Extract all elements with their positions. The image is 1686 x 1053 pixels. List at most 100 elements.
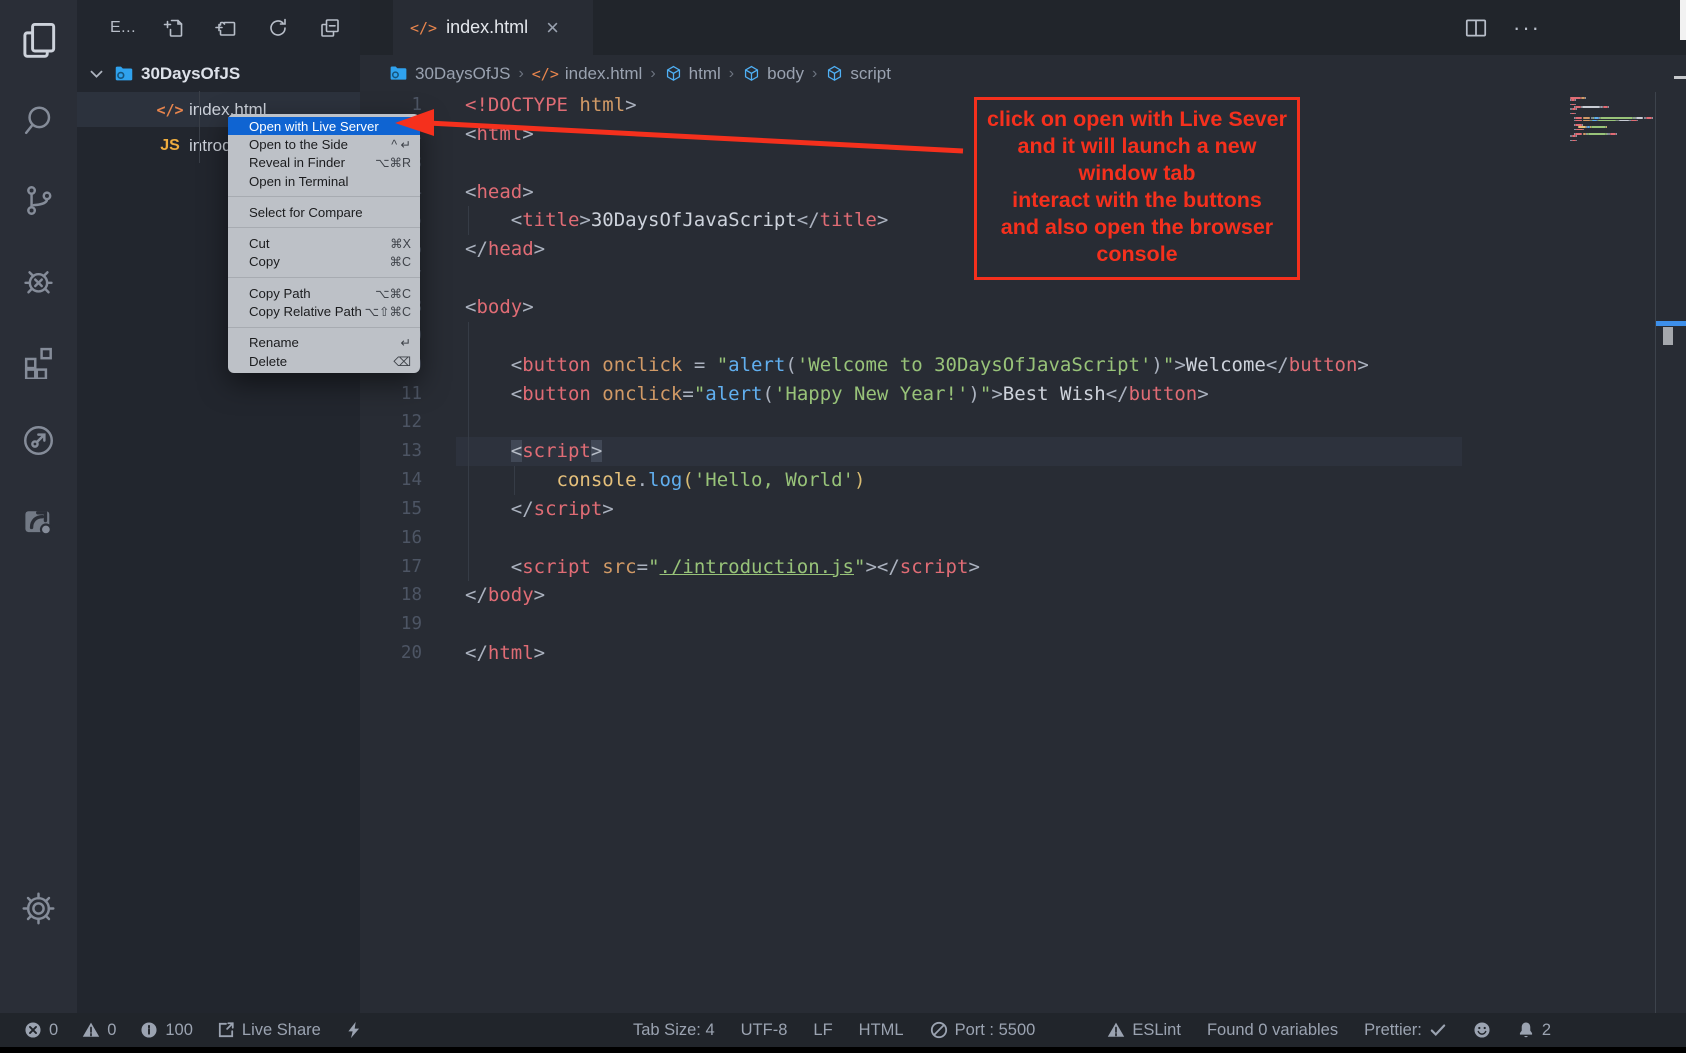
activity-debug[interactable]: [0, 240, 77, 320]
status-label: Found 0 variables: [1207, 1021, 1338, 1040]
activity-settings[interactable]: [0, 868, 77, 948]
status-label: Live Share: [242, 1021, 321, 1040]
new-folder-icon[interactable]: [214, 16, 238, 40]
scrollbar-thumb[interactable]: [1663, 327, 1673, 345]
bell-icon: [1517, 1021, 1535, 1039]
files-icon: [17, 18, 61, 62]
status-2[interactable]: 2: [1517, 1021, 1551, 1040]
live-share-status-icon: [217, 1021, 235, 1039]
new-file-icon[interactable]: [162, 16, 186, 40]
activity-live-share[interactable]: [0, 400, 77, 480]
annotation-line: and it will launch a new: [977, 133, 1297, 160]
code-line-12: 12: [360, 408, 1686, 437]
menu-item-label: Rename: [249, 335, 401, 350]
breadcrumb-30DaysOfJS[interactable]: 30DaysOfJS: [388, 63, 510, 84]
status-prettier[interactable]: Prettier:: [1364, 1021, 1447, 1040]
line-number: 14: [360, 466, 422, 495]
explorer-header: E...: [77, 10, 360, 46]
status-bar: 0 0 100 Live Share Tab Size: 4 UTF-8 LF HTML Po…: [0, 1013, 1686, 1047]
menu-item-shortcut: ⌘C: [389, 254, 411, 269]
menu-item-label: Open with Live Server: [249, 119, 411, 134]
menu-item-select-for-compare[interactable]: Select for Compare: [228, 203, 420, 221]
tab-index-html[interactable]: </> index.html ×: [393, 0, 593, 55]
activity-files[interactable]: [0, 0, 77, 80]
activity-search[interactable]: [0, 80, 77, 160]
menu-item-label: Reveal in Finder: [249, 155, 375, 170]
status-lf[interactable]: LF: [813, 1021, 832, 1040]
status-0[interactable]: 0: [24, 1021, 58, 1040]
annotation-line: click on open with Live Sever: [977, 106, 1297, 133]
smiley-icon: [1473, 1021, 1491, 1039]
breadcrumb-body[interactable]: body: [742, 64, 804, 84]
menu-item-open-with-live-server[interactable]: Open with Live Server: [228, 117, 420, 135]
annotation-line: window tab: [977, 160, 1297, 187]
menu-item-open-to-the-side[interactable]: Open to the Side^ ↵: [228, 135, 420, 153]
status-smiley[interactable]: [1473, 1021, 1491, 1039]
activity-source-control[interactable]: [0, 160, 77, 240]
status-port-5500[interactable]: Port : 5500: [930, 1021, 1036, 1040]
status-found-0-variables[interactable]: Found 0 variables: [1207, 1021, 1338, 1040]
status-tab-size-4[interactable]: Tab Size: 4: [633, 1021, 715, 1040]
bottom-strip: [0, 1047, 1686, 1053]
code-line-10: 10 <button onclick = "alert('Welcome to …: [360, 351, 1686, 380]
menu-item-label: Delete: [249, 354, 393, 369]
activity-extensions[interactable]: [0, 320, 77, 400]
annotation-line: and also open the browser: [977, 214, 1297, 241]
status-eslint[interactable]: ESLint: [1107, 1021, 1181, 1040]
status-label: 0: [49, 1021, 58, 1040]
status-html[interactable]: HTML: [859, 1021, 904, 1040]
split-editor-icon[interactable]: [1463, 15, 1489, 41]
menu-item-cut[interactable]: Cut⌘X: [228, 234, 420, 252]
menu-item-shortcut: ⌫: [393, 354, 411, 369]
overview-ruler-marker: [1656, 321, 1686, 326]
breadcrumb-separator: ›: [518, 65, 523, 83]
tab-bar: </> index.html × ···: [360, 0, 1686, 55]
menu-item-label: Copy Relative Path: [249, 304, 365, 319]
status-100[interactable]: 100: [140, 1021, 193, 1040]
status-label: 100: [165, 1021, 193, 1040]
menu-item-copy[interactable]: Copy⌘C: [228, 253, 420, 271]
breadcrumb-separator: ›: [812, 65, 817, 83]
activity-bar: [0, 0, 77, 1013]
menu-item-reveal-in-finder[interactable]: Reveal in Finder⌥⌘R: [228, 154, 420, 172]
more-actions-icon[interactable]: ···: [1513, 15, 1541, 41]
menu-item-rename[interactable]: Rename↵: [228, 334, 420, 352]
menu-item-shortcut: ⌥⌘R: [375, 155, 411, 170]
status-utf-8[interactable]: UTF-8: [741, 1021, 788, 1040]
breadcrumb-label: 30DaysOfJS: [415, 64, 510, 84]
code-line-18: 18</body>: [360, 581, 1686, 610]
activity-share-arrow[interactable]: [0, 480, 77, 560]
minimap[interactable]: [1570, 97, 1654, 147]
menu-separator: [228, 227, 420, 228]
breadcrumb-script[interactable]: script: [825, 64, 891, 84]
close-icon[interactable]: ×: [546, 15, 559, 41]
menu-separator: [228, 277, 420, 278]
line-number: 20: [360, 639, 422, 668]
code-line-13: 13 <script>: [360, 437, 1686, 466]
status-label: Port : 5500: [955, 1021, 1036, 1040]
share-arrow-icon: [20, 502, 57, 539]
code-line-15: 15 </script>: [360, 495, 1686, 524]
code-line-11: 11 <button onclick="alert('Happy New Yea…: [360, 380, 1686, 409]
line-number: 12: [360, 408, 422, 437]
menu-item-copy-relative-path[interactable]: Copy Relative Path⌥⇧⌘C: [228, 302, 420, 320]
status-bolt[interactable]: [345, 1021, 363, 1039]
breadcrumb-label: body: [767, 64, 804, 84]
breadcrumb-label: index.html: [565, 64, 642, 84]
status-0[interactable]: 0: [82, 1021, 116, 1040]
menu-item-open-in-terminal[interactable]: Open in Terminal: [228, 172, 420, 190]
status-label: Tab Size: 4: [633, 1021, 715, 1040]
collapse-all-icon[interactable]: [318, 16, 342, 40]
menu-item-delete[interactable]: Delete⌫: [228, 352, 420, 370]
debug-icon: [20, 262, 57, 299]
breadcrumb-separator: ›: [650, 65, 655, 83]
scrollbar-divider: [1655, 92, 1656, 1013]
menu-item-copy-path[interactable]: Copy Path⌥⌘C: [228, 284, 420, 302]
annotation-line: interact with the buttons: [977, 187, 1297, 214]
refresh-icon[interactable]: [266, 16, 290, 40]
folder-row-30daysofjs[interactable]: 30DaysOfJS: [77, 56, 360, 91]
breadcrumb-index.html[interactable]: </>index.html: [532, 64, 643, 84]
breadcrumb-html[interactable]: html: [664, 64, 721, 84]
line-number: 15: [360, 495, 422, 524]
status-live-share[interactable]: Live Share: [217, 1021, 321, 1040]
